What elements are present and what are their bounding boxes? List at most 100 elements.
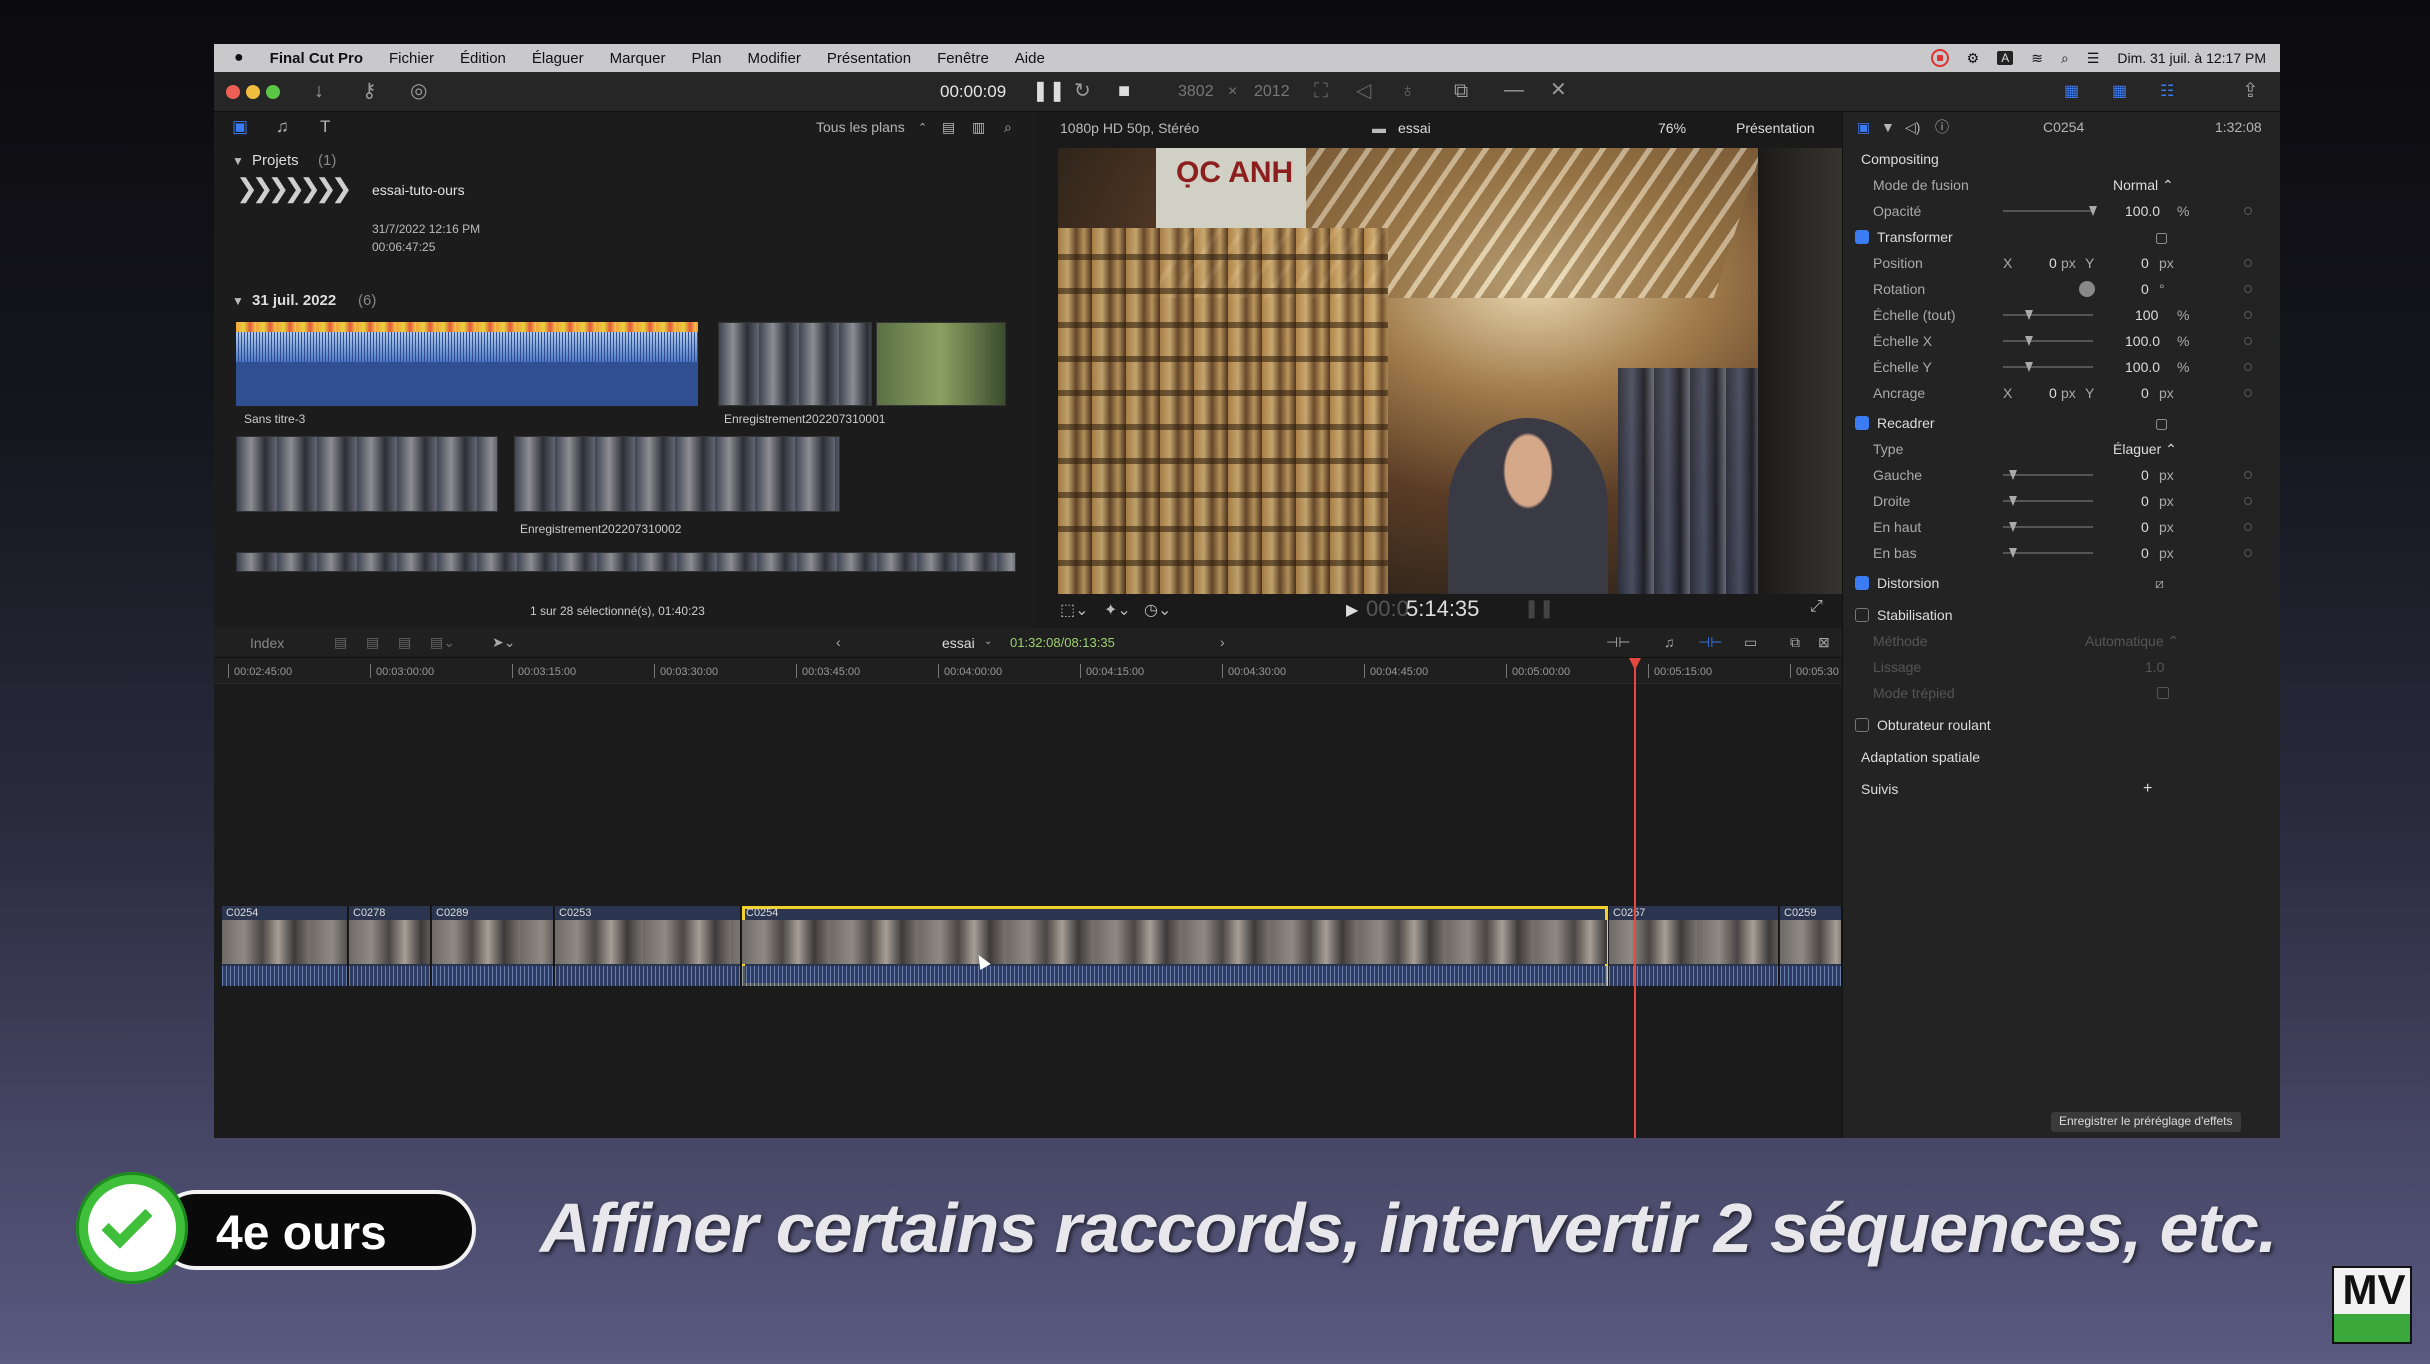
menu-edit[interactable]: Édition: [460, 50, 506, 67]
opacity-slider[interactable]: [2003, 206, 2097, 216]
menu-mark[interactable]: Marquer: [610, 50, 666, 67]
project-name[interactable]: essai-tuto-ours: [372, 182, 465, 198]
scale-x-knob[interactable]: [2025, 336, 2033, 346]
transform-checkbox[interactable]: [1855, 230, 1869, 244]
microphone-icon[interactable]: ♁: [1400, 81, 1415, 101]
crop-checkbox[interactable]: [1855, 416, 1869, 430]
insert-clip-icon[interactable]: ▤: [366, 634, 379, 651]
timeline-ruler[interactable]: 00:02:45:00 00:03:00:00 00:03:15:00 00:0…: [214, 658, 1842, 684]
layout-inspector-icon[interactable]: ☷: [2160, 82, 2174, 102]
position-x-value[interactable]: 0: [2049, 255, 2057, 271]
control-center-icon[interactable]: ☰: [2087, 50, 2100, 67]
layout-timeline-icon[interactable]: ▦: [2112, 82, 2127, 102]
transform-onscreen-icon[interactable]: ▢: [2155, 229, 2168, 246]
menubar-clock[interactable]: Dim. 31 juil. à 12:17 PM: [2117, 50, 2266, 66]
play-button[interactable]: ▶: [1346, 600, 1358, 620]
close-window-button[interactable]: [226, 85, 240, 99]
timeline-forward-icon[interactable]: ›: [1220, 634, 1225, 650]
anchor-keyframe-button[interactable]: [2244, 389, 2252, 397]
scale-y-keyframe-button[interactable]: [2244, 363, 2252, 371]
layout-browser-icon[interactable]: ▦: [2064, 82, 2079, 102]
crop-top-value[interactable]: 0: [2141, 519, 2149, 535]
share-icon[interactable]: ⇪: [2242, 81, 2259, 101]
anchor-x-value[interactable]: 0: [2049, 385, 2057, 401]
effects-browser-icon[interactable]: ⊠: [1818, 634, 1830, 651]
list-view-icon[interactable]: ▥: [972, 119, 985, 136]
blend-mode-dropdown[interactable]: Normal ⌃: [2113, 177, 2174, 194]
network-icon[interactable]: ⚙: [1967, 50, 1980, 67]
window-select-icon[interactable]: ⧉: [1454, 81, 1468, 101]
connect-clip-icon[interactable]: ▤: [334, 634, 347, 651]
menu-file[interactable]: Fichier: [389, 50, 434, 67]
timeline-clip[interactable]: C0253: [555, 906, 741, 986]
add-tracker-button[interactable]: +: [2143, 780, 2152, 798]
clip-enregistrement-0002-thumb[interactable]: [514, 436, 840, 512]
opacity-slider-knob[interactable]: [2089, 206, 2097, 216]
crop-left-slider[interactable]: [2003, 470, 2093, 480]
clip-appearance-icon[interactable]: ▤: [942, 119, 955, 136]
clip-appearance-timeline-icon[interactable]: ⧉: [1790, 634, 1800, 651]
wifi-icon[interactable]: ≋: [2031, 50, 2043, 67]
minimize-window-button[interactable]: [246, 85, 260, 99]
audio-skimming-icon[interactable]: ♫: [1664, 634, 1675, 650]
crop-right-knob[interactable]: [2009, 496, 2017, 506]
append-clip-icon[interactable]: ▤: [398, 634, 411, 651]
crop-left-value[interactable]: 0: [2141, 467, 2149, 483]
scale-x-value[interactable]: 100.0: [2125, 333, 2160, 349]
scale-all-slider[interactable]: [2003, 310, 2093, 320]
background-tasks-icon[interactable]: ◎: [410, 81, 427, 101]
menu-clip[interactable]: Plan: [691, 50, 721, 67]
smoothing-value[interactable]: 1.0: [2145, 659, 2164, 675]
scale-y-knob[interactable]: [2025, 362, 2033, 372]
anchor-y-value[interactable]: 0: [2141, 385, 2149, 401]
timeline-back-icon[interactable]: ‹: [836, 634, 841, 650]
rolling-shutter-checkbox[interactable]: [1855, 718, 1869, 732]
retime-icon[interactable]: ◷⌄: [1144, 600, 1171, 620]
playhead[interactable]: [1634, 658, 1636, 1138]
menu-help[interactable]: Aide: [1015, 50, 1045, 67]
menu-trim[interactable]: Élaguer: [532, 50, 584, 67]
timeline-project-dropdown[interactable]: essai: [942, 635, 975, 651]
video-frame[interactable]: ỌC ANH: [1058, 148, 1850, 594]
minimize-recorder-icon[interactable]: —: [1504, 80, 1524, 100]
info-inspector-icon[interactable]: ⓘ: [1935, 117, 1949, 137]
titles-generators-icon[interactable]: T: [320, 117, 330, 137]
stop-icon[interactable]: ■: [1118, 81, 1130, 101]
viewer-view-dropdown[interactable]: Présentation: [1736, 120, 1815, 136]
close-recorder-icon[interactable]: ✕: [1550, 80, 1567, 100]
event-disclosure-icon[interactable]: ▼: [232, 294, 244, 308]
scale-y-slider[interactable]: [2003, 362, 2093, 372]
clip-thumb-row3[interactable]: [236, 552, 1016, 572]
scale-all-value[interactable]: 100: [2135, 307, 2158, 323]
pause-icon[interactable]: ❚❚: [1032, 81, 1066, 101]
video-inspector-icon[interactable]: ▣: [1857, 119, 1870, 136]
clip-enregistrement-0001-thumb[interactable]: [718, 322, 872, 406]
spotlight-icon[interactable]: ⌕: [2061, 50, 2069, 67]
enhance-icon[interactable]: ✦⌄: [1104, 600, 1131, 620]
solo-icon[interactable]: ▭: [1744, 634, 1757, 651]
scale-y-value[interactable]: 100.0: [2125, 359, 2160, 375]
timeline-clip[interactable]: C0259: [1780, 906, 1842, 986]
scale-x-slider[interactable]: [2003, 336, 2093, 346]
timeline-clip-selected[interactable]: C0254: [742, 906, 1608, 986]
position-keyframe-button[interactable]: [2244, 259, 2252, 267]
viewer-zoom-dropdown[interactable]: 76%: [1658, 120, 1686, 136]
crop-bottom-keyframe-button[interactable]: [2244, 549, 2252, 557]
zoom-clip-icon[interactable]: ⊣⊢: [1606, 634, 1630, 651]
snapping-icon[interactable]: ⊣⊢: [1698, 634, 1722, 651]
clip-enregistrement-0001-thumb-2[interactable]: [876, 322, 1006, 406]
crop-top-slider[interactable]: [2003, 522, 2093, 532]
clip-thumb-row2-a[interactable]: [236, 436, 498, 512]
menu-modify[interactable]: Modifier: [748, 50, 801, 67]
distortion-checkbox[interactable]: [1855, 576, 1869, 590]
import-icon[interactable]: ↓: [314, 81, 324, 101]
libraries-icon[interactable]: ▣: [232, 117, 248, 137]
opacity-keyframe-button[interactable]: [2244, 207, 2252, 215]
crop-top-knob[interactable]: [2009, 522, 2017, 532]
distortion-onscreen-icon[interactable]: ⧄: [2155, 575, 2164, 592]
rotation-dial[interactable]: [2079, 281, 2095, 297]
zoom-window-button[interactable]: [266, 85, 280, 99]
record-status-icon[interactable]: [1930, 49, 1949, 67]
color-inspector-icon[interactable]: ▼: [1881, 119, 1895, 135]
timeline-clip[interactable]: C0254: [222, 906, 348, 986]
